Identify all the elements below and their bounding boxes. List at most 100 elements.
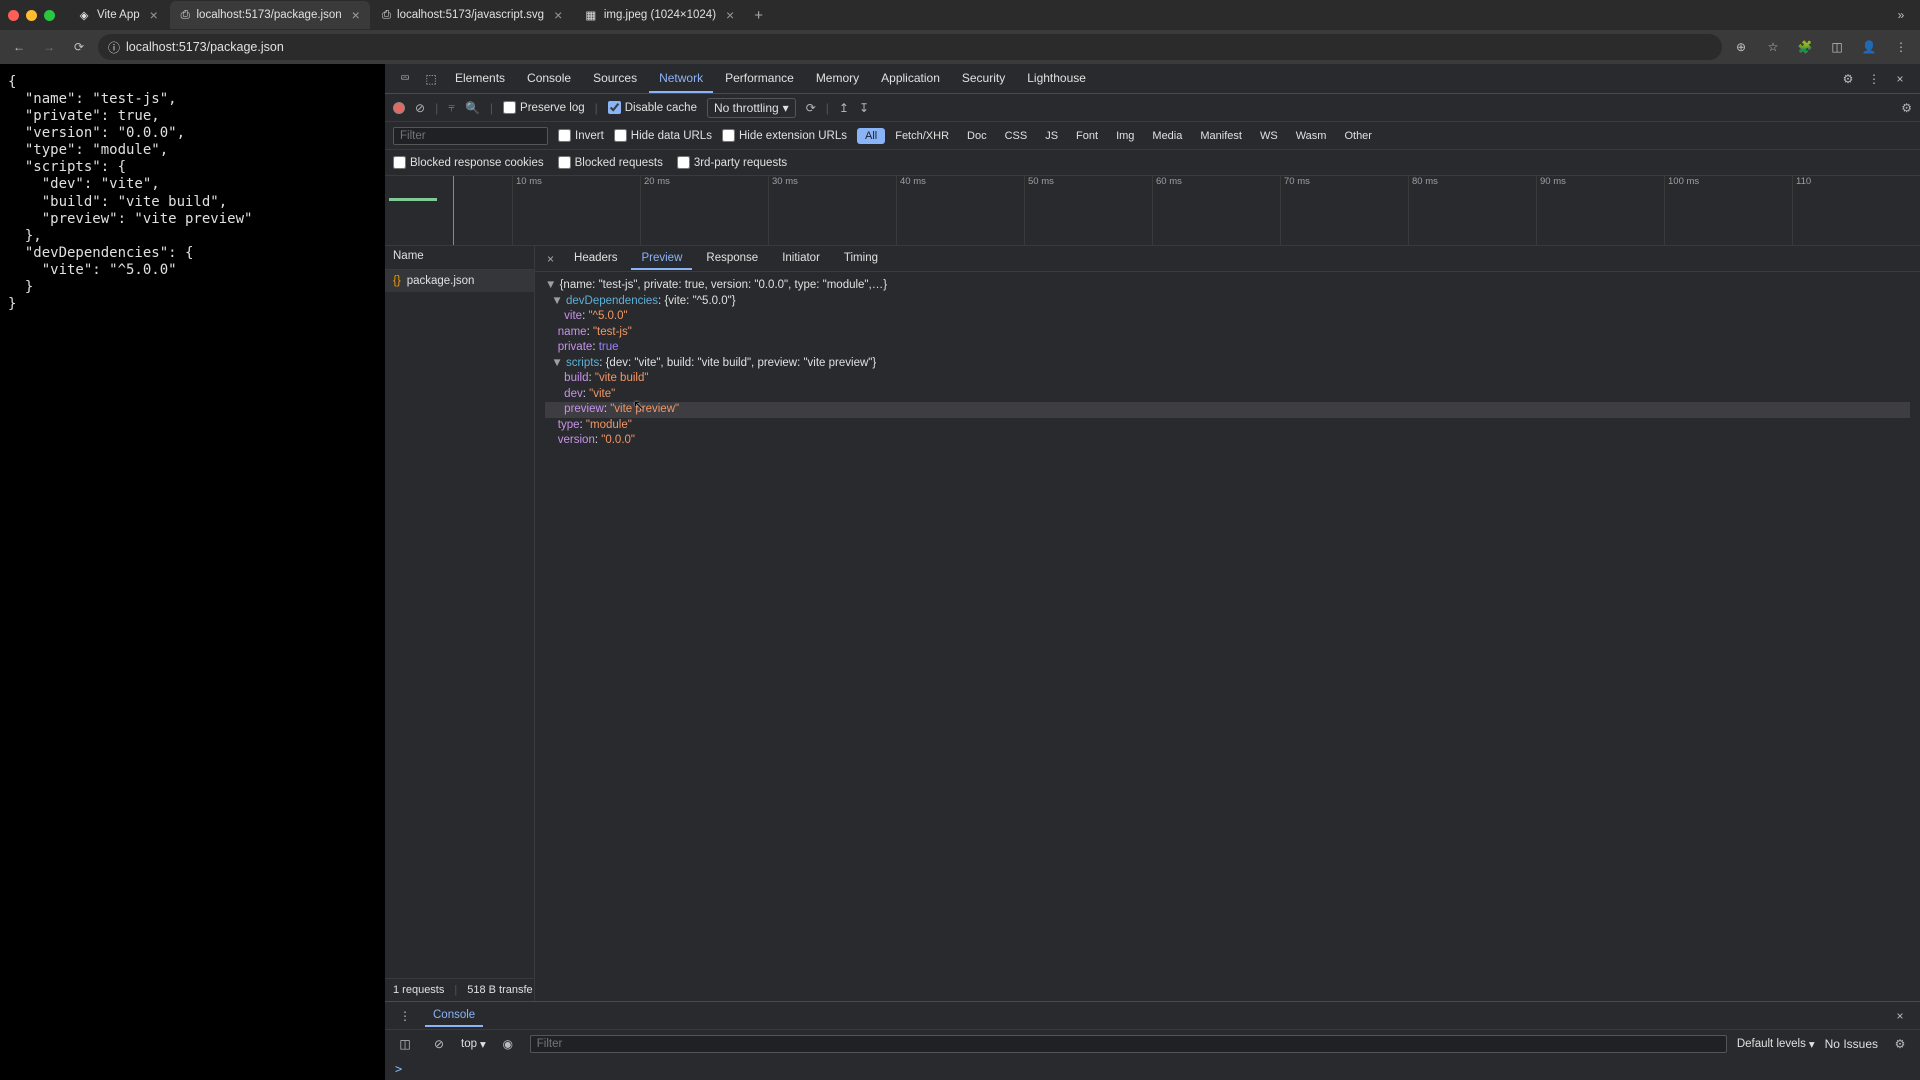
- settings-icon[interactable]: ⚙: [1836, 67, 1860, 91]
- tab-application[interactable]: Application: [871, 65, 950, 93]
- tab-label: Vite App: [97, 9, 140, 21]
- tab-timing[interactable]: Timing: [834, 248, 888, 270]
- expand-icon[interactable]: »: [1890, 4, 1912, 26]
- invert-checkbox[interactable]: Invert: [558, 129, 604, 142]
- close-icon[interactable]: ×: [554, 7, 562, 23]
- console-tab[interactable]: Console: [425, 1005, 483, 1027]
- tab-security[interactable]: Security: [952, 65, 1015, 93]
- sidebar-toggle-icon[interactable]: ◫: [393, 1032, 417, 1056]
- pill-other[interactable]: Other: [1336, 128, 1380, 144]
- tab-initiator[interactable]: Initiator: [772, 248, 830, 270]
- tab-elements[interactable]: Elements: [445, 65, 515, 93]
- chevron-down-icon: ▾: [783, 101, 789, 115]
- issues-label[interactable]: No Issues: [1825, 1037, 1878, 1051]
- tab-headers[interactable]: Headers: [564, 248, 627, 270]
- upload-icon[interactable]: ↥: [839, 101, 849, 115]
- bookmark-icon[interactable]: ☆: [1762, 36, 1784, 58]
- page-body: { "name": "test-js", "private": true, "v…: [0, 64, 385, 1080]
- pill-js[interactable]: JS: [1037, 128, 1066, 144]
- drawer-menu-icon[interactable]: ⋮: [393, 1004, 417, 1028]
- back-button[interactable]: ←: [8, 36, 30, 58]
- inspect-icon[interactable]: ⮹: [393, 67, 417, 91]
- file-icon: ⎙: [180, 8, 191, 22]
- network-conditions-icon[interactable]: ⟳: [806, 101, 816, 115]
- pill-fetch[interactable]: Fetch/XHR: [887, 128, 957, 144]
- context-select[interactable]: top ▾: [461, 1037, 486, 1051]
- pill-ws[interactable]: WS: [1252, 128, 1286, 144]
- sidepanel-icon[interactable]: ◫: [1826, 36, 1848, 58]
- pill-font[interactable]: Font: [1068, 128, 1106, 144]
- profile-icon[interactable]: 👤: [1858, 36, 1880, 58]
- clear-icon[interactable]: ⊘: [415, 101, 425, 115]
- download-icon[interactable]: ↧: [859, 101, 869, 115]
- browser-tabs: ◈ Vite App × ⎙ localhost:5173/package.js…: [67, 1, 771, 29]
- pill-css[interactable]: CSS: [997, 128, 1036, 144]
- throttling-select[interactable]: No throttling▾: [707, 98, 796, 118]
- request-row[interactable]: {} package.json: [385, 270, 534, 292]
- zoom-icon[interactable]: ⊕: [1730, 36, 1752, 58]
- new-tab-button[interactable]: +: [746, 3, 771, 28]
- menu-icon[interactable]: ⋮: [1890, 36, 1912, 58]
- tab-vite-app[interactable]: ◈ Vite App ×: [67, 1, 168, 29]
- tab-console[interactable]: Console: [517, 65, 581, 93]
- log-levels-select[interactable]: Default levels ▾: [1737, 1037, 1815, 1051]
- close-icon[interactable]: ×: [352, 7, 360, 23]
- minimize-window[interactable]: [26, 10, 37, 21]
- more-icon[interactable]: ⋮: [1862, 67, 1886, 91]
- pill-manifest[interactable]: Manifest: [1192, 128, 1250, 144]
- filter-input[interactable]: [393, 127, 548, 145]
- network-settings-icon[interactable]: ⚙: [1901, 101, 1912, 115]
- live-expression-icon[interactable]: ◉: [496, 1032, 520, 1056]
- tab-sources[interactable]: Sources: [583, 65, 647, 93]
- preserve-log-checkbox[interactable]: Preserve log: [503, 101, 585, 114]
- close-detail-icon[interactable]: ×: [541, 250, 560, 268]
- forward-button[interactable]: →: [38, 36, 60, 58]
- tab-network[interactable]: Network: [649, 65, 713, 93]
- tab-javascript-svg[interactable]: ⎙ localhost:5173/javascript.svg ×: [372, 1, 572, 29]
- disable-cache-checkbox[interactable]: Disable cache: [608, 101, 697, 114]
- tab-package-json[interactable]: ⎙ localhost:5173/package.json ×: [170, 1, 370, 29]
- extensions-icon[interactable]: 🧩: [1794, 36, 1816, 58]
- pill-all[interactable]: All: [857, 128, 885, 144]
- reload-button[interactable]: ⟳: [68, 36, 90, 58]
- site-info-icon[interactable]: ⓘ: [108, 39, 120, 56]
- close-window[interactable]: [8, 10, 19, 21]
- chevron-down-icon: ▾: [480, 1037, 486, 1051]
- pill-img[interactable]: Img: [1108, 128, 1142, 144]
- console-filter-input[interactable]: [530, 1035, 1727, 1053]
- url-input[interactable]: [126, 40, 1712, 54]
- console-prompt[interactable]: >: [385, 1058, 1920, 1080]
- tab-lighthouse[interactable]: Lighthouse: [1017, 65, 1096, 93]
- device-icon[interactable]: ⬚: [419, 67, 443, 91]
- pill-media[interactable]: Media: [1144, 128, 1190, 144]
- console-settings-icon[interactable]: ⚙: [1888, 1032, 1912, 1056]
- blocked-cookies-checkbox[interactable]: Blocked response cookies: [393, 156, 544, 169]
- close-icon[interactable]: ×: [726, 7, 734, 23]
- file-icon: ⎙: [382, 8, 391, 22]
- third-party-checkbox[interactable]: 3rd-party requests: [677, 156, 787, 169]
- pill-wasm[interactable]: Wasm: [1288, 128, 1335, 144]
- preview-pane[interactable]: ▼ {name: "test-js", private: true, versi…: [535, 272, 1920, 1001]
- search-icon[interactable]: 🔍: [465, 101, 480, 115]
- hide-data-urls-checkbox[interactable]: Hide data URLs: [614, 129, 712, 142]
- hide-extension-urls-checkbox[interactable]: Hide extension URLs: [722, 129, 847, 142]
- record-button[interactable]: [393, 102, 405, 114]
- tab-img-jpeg[interactable]: ▦ img.jpeg (1024×1024) ×: [574, 1, 744, 29]
- address-bar[interactable]: ⓘ: [98, 34, 1722, 60]
- filter-icon[interactable]: ⫧: [448, 100, 455, 115]
- tab-response[interactable]: Response: [696, 248, 768, 270]
- tab-memory[interactable]: Memory: [806, 65, 869, 93]
- close-drawer-icon[interactable]: ×: [1888, 1004, 1912, 1028]
- blocked-requests-checkbox[interactable]: Blocked requests: [558, 156, 663, 169]
- name-column-header[interactable]: Name: [385, 246, 534, 270]
- tab-performance[interactable]: Performance: [715, 65, 804, 93]
- network-toolbar: ⊘ | ⫧ 🔍 | Preserve log | Disable cache N…: [385, 94, 1920, 122]
- tab-preview[interactable]: Preview: [631, 248, 692, 270]
- close-icon[interactable]: ×: [150, 7, 158, 23]
- pill-doc[interactable]: Doc: [959, 128, 995, 144]
- chevron-down-icon: ▾: [1809, 1037, 1815, 1051]
- clear-console-icon[interactable]: ⊘: [427, 1032, 451, 1056]
- timeline-overview[interactable]: 10 ms 20 ms 30 ms 40 ms 50 ms 60 ms 70 m…: [385, 176, 1920, 246]
- close-devtools-icon[interactable]: ×: [1888, 67, 1912, 91]
- maximize-window[interactable]: [44, 10, 55, 21]
